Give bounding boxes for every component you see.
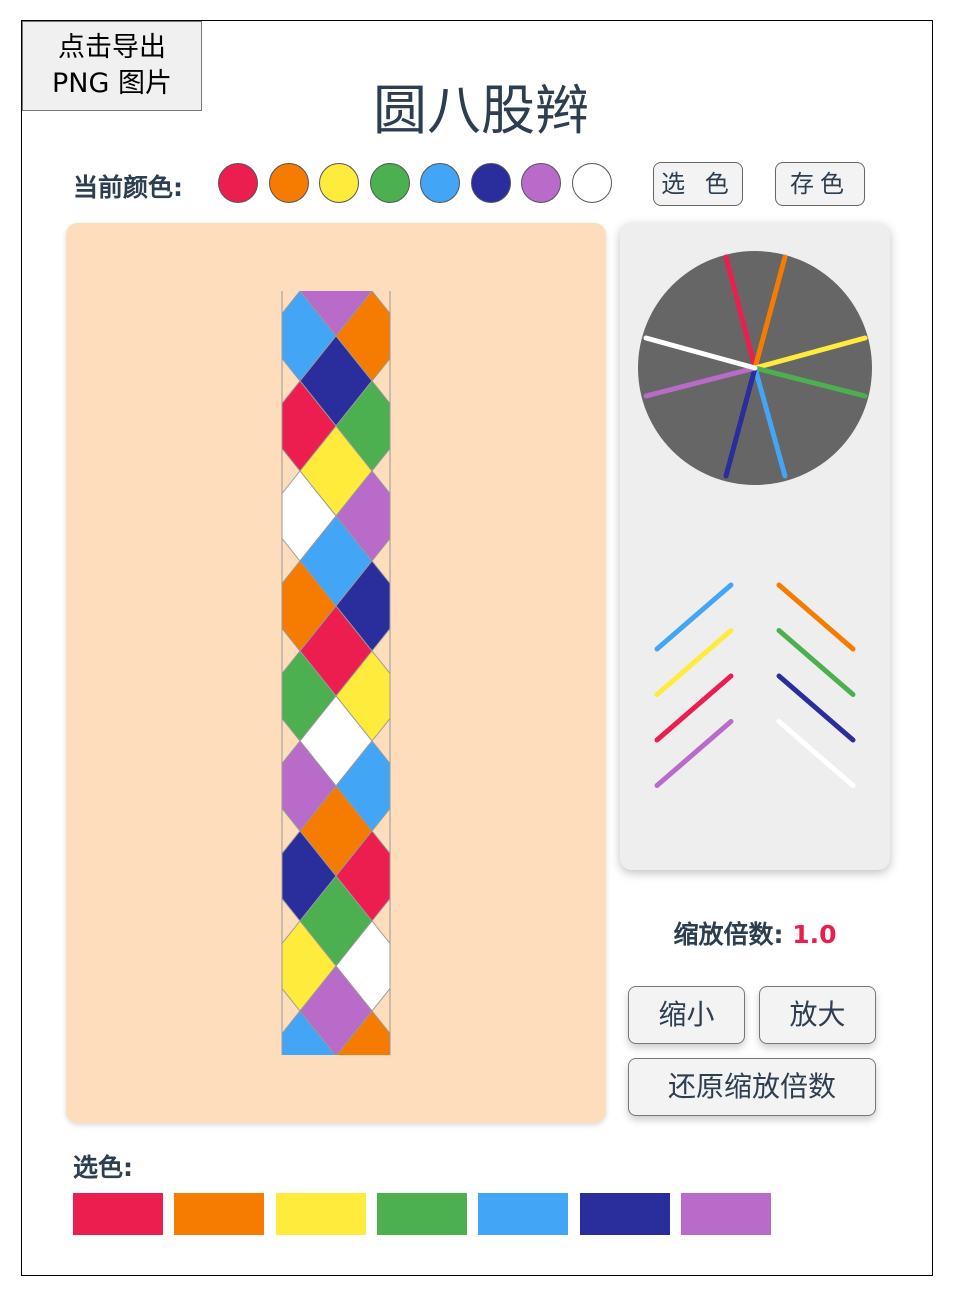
current-color-swatch[interactable] xyxy=(369,163,410,203)
palette-color[interactable] xyxy=(782,1193,873,1235)
zoom-value: 1.0 xyxy=(792,920,837,949)
current-color-swatch[interactable] xyxy=(521,163,561,203)
braid-pattern xyxy=(264,291,408,1123)
braid-tile xyxy=(371,291,373,292)
zoom-out-button[interactable]: 缩小 xyxy=(628,986,745,1044)
current-color-swatch[interactable] xyxy=(571,163,612,203)
zoom-level: 缩放倍数: 1.0 xyxy=(620,915,890,951)
braid-canvas[interactable] xyxy=(66,223,606,1123)
zoom-label: 缩放倍数: xyxy=(673,920,793,949)
palette-label: 选色: xyxy=(73,1153,133,1182)
save-color-button[interactable]: 存色 xyxy=(775,162,865,206)
current-colors-label: 当前颜色: xyxy=(73,173,183,202)
reset-zoom-button[interactable]: 还原缩放倍数 xyxy=(628,1058,876,1116)
current-color-swatch[interactable] xyxy=(218,163,258,203)
current-color-swatch[interactable] xyxy=(420,163,460,203)
page-title: 圆八股辫 xyxy=(373,79,589,142)
export-button-line1: 点击导出 xyxy=(58,32,166,63)
strand-panel xyxy=(620,223,890,870)
braid-tile xyxy=(264,1101,336,1123)
palette-color[interactable] xyxy=(275,1193,366,1235)
strand-preview xyxy=(654,582,856,788)
strand-dial[interactable] xyxy=(620,223,890,503)
braid-tile xyxy=(300,1056,372,1123)
palette-color[interactable] xyxy=(174,1193,265,1235)
current-color-swatch[interactable] xyxy=(268,163,309,203)
palette-color[interactable] xyxy=(376,1193,467,1235)
pick-color-button[interactable]: 选 色 xyxy=(653,162,743,206)
palette-color[interactable] xyxy=(579,1193,670,1235)
braid-tile xyxy=(336,1101,408,1123)
current-color-swatch[interactable] xyxy=(319,163,359,203)
palette-color[interactable] xyxy=(73,1193,163,1235)
braid-tile xyxy=(299,291,301,292)
palette-color[interactable] xyxy=(680,1193,771,1235)
zoom-in-button[interactable]: 放大 xyxy=(759,986,876,1044)
current-color-swatch[interactable] xyxy=(470,163,511,203)
palette-color[interactable] xyxy=(478,1193,569,1235)
